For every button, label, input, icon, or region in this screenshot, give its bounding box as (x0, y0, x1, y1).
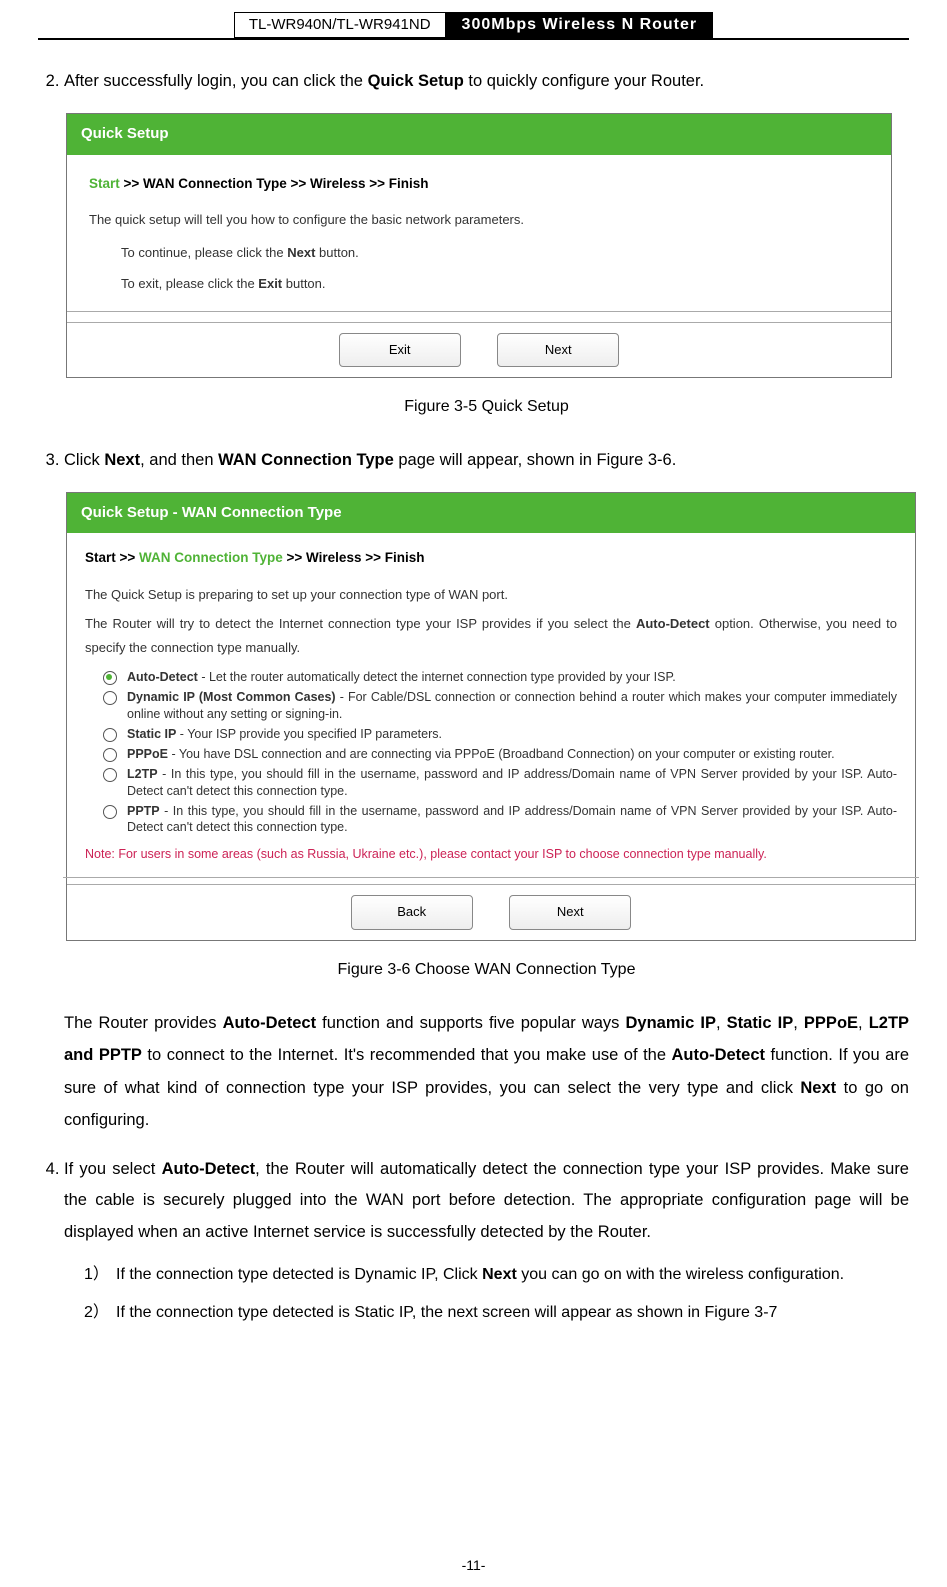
s3a: Click (64, 451, 104, 469)
o4t: - You have DSL connection and are connec… (168, 747, 835, 761)
s3d: WAN Connection Type (218, 451, 394, 469)
p2a: The Router will try to detect the Intern… (85, 616, 636, 631)
pa2: function and supports five popular ways (316, 1014, 625, 1032)
next-button[interactable]: Next (509, 895, 631, 930)
c36a: Start >> (85, 550, 139, 565)
fig35-l2a: To continue, please click the (121, 245, 287, 260)
i1c: you can go on with the wireless configur… (517, 1266, 844, 1283)
radio-l2tp[interactable]: L2TP - In this type, you should fill in … (103, 766, 897, 799)
fig36-breadcrumb: Start >> WAN Connection Type >> Wireless… (85, 545, 897, 571)
fig36-p1: The Quick Setup is preparing to set up y… (85, 583, 897, 608)
fig35-l3b: Exit (258, 276, 282, 291)
pa-b1: Auto-Detect (223, 1014, 317, 1032)
o3t: - Your ISP provide you specified IP para… (176, 727, 442, 741)
radio-pptp[interactable]: PPTP - In this type, you should fill in … (103, 803, 897, 836)
s3e: page will appear, shown in Figure 3-6. (394, 451, 677, 469)
inner-1: 1） If the connection type detected is Dy… (84, 1262, 909, 1288)
o5b: L2TP (127, 767, 158, 781)
step-2: After successfully login, you can click … (64, 66, 909, 423)
radio-icon (103, 768, 117, 782)
s4a: If you select (64, 1160, 162, 1178)
page-header: TL-WR940N/TL-WR941ND 300Mbps Wireless N … (38, 0, 909, 40)
o6b: PPTP (127, 804, 160, 818)
pa-b7: Next (800, 1079, 836, 1097)
s3b: Next (104, 451, 140, 469)
s3c: , and then (140, 451, 218, 469)
o3b: Static IP (127, 727, 176, 741)
radio-icon (103, 805, 117, 819)
radio-icon (103, 728, 117, 742)
s4b: Auto-Detect (162, 1160, 256, 1178)
back-button[interactable]: Back (351, 895, 473, 930)
fig36-caption: Figure 3-6 Choose WAN Connection Type (64, 955, 909, 985)
fig35-line3: To exit, please click the Exit button. (121, 272, 869, 297)
pa-b6: Auto-Detect (672, 1046, 766, 1064)
fig35-footer: Exit Next (67, 322, 891, 378)
pa5: , (858, 1014, 869, 1032)
step2-text-a: After successfully login, you can click … (64, 72, 368, 90)
model-label: TL-WR940N/TL-WR941ND (234, 12, 446, 38)
i2: If the connection type detected is Stati… (116, 1304, 777, 1321)
fig35-l2b: Next (287, 245, 315, 260)
i1a: If the connection type detected is Dynam… (116, 1266, 482, 1283)
pa-b4: PPPoE (804, 1014, 858, 1032)
o4b: PPPoE (127, 747, 168, 761)
radio-icon (103, 671, 117, 685)
pa-b2: Dynamic IP (626, 1014, 716, 1032)
fig35-line1: The quick setup will tell you how to con… (89, 208, 869, 233)
fig35-titlebar: Quick Setup (67, 114, 891, 155)
step-3: Click Next, and then WAN Connection Type… (64, 445, 909, 1136)
crumb-rest: >> WAN Connection Type >> Wireless >> Fi… (120, 176, 429, 191)
radio-auto-detect[interactable]: Auto-Detect - Let the router automatical… (103, 669, 897, 685)
step-4: If you select Auto-Detect, the Router wi… (64, 1154, 909, 1327)
fig36-titlebar: Quick Setup - WAN Connection Type (67, 493, 915, 534)
radio-icon (103, 748, 117, 762)
pa4: , (793, 1014, 804, 1032)
radio-dynamic-ip[interactable]: Dynamic IP (Most Common Cases) - For Cab… (103, 689, 897, 722)
para-after-fig36: The Router provides Auto-Detect function… (64, 1007, 909, 1136)
radio-static-ip[interactable]: Static IP - Your ISP provide you specifi… (103, 726, 897, 742)
pa-b3: Static IP (727, 1014, 794, 1032)
pa1: The Router provides (64, 1014, 223, 1032)
fig36-note: Note: For users in some areas (such as R… (85, 843, 897, 867)
inner-2: 2） If the connection type detected is St… (84, 1300, 909, 1326)
exit-button[interactable]: Exit (339, 333, 461, 368)
step2-text-b: to quickly configure your Router. (464, 72, 704, 90)
fig35-l3c: button. (282, 276, 325, 291)
o5t: - In this type, you should fill in the u… (127, 767, 897, 797)
fig35-breadcrumb: Start >> WAN Connection Type >> Wireless… (89, 171, 869, 197)
page-number: -11- (0, 1557, 947, 1573)
o6t: - In this type, you should fill in the u… (127, 804, 897, 834)
next-button[interactable]: Next (497, 333, 619, 368)
figure-3-5: Quick Setup Start >> WAN Connection Type… (66, 113, 892, 378)
p2b: Auto-Detect (636, 616, 710, 631)
step2-bold: Quick Setup (368, 72, 464, 90)
o1t: - Let the router automatically detect th… (198, 670, 676, 684)
c36c: >> Wireless >> Finish (283, 550, 425, 565)
fig35-caption: Figure 3-5 Quick Setup (64, 392, 909, 422)
pa3: , (716, 1014, 727, 1032)
c36b: WAN Connection Type (139, 550, 283, 565)
pa6: to connect to the Internet. It's recomme… (142, 1046, 672, 1064)
product-label: 300Mbps Wireless N Router (446, 12, 714, 38)
o2b: Dynamic IP (Most Common Cases) (127, 690, 336, 704)
n2: 2） (84, 1300, 109, 1326)
radio-icon (103, 691, 117, 705)
fig35-l2c: button. (315, 245, 358, 260)
radio-pppoe[interactable]: PPPoE - You have DSL connection and are … (103, 746, 897, 762)
fig36-footer: Back Next (67, 884, 915, 940)
n1: 1） (84, 1262, 109, 1288)
fig35-line2: To continue, please click the Next butto… (121, 241, 869, 266)
fig36-p2: The Router will try to detect the Intern… (85, 612, 897, 661)
i1b: Next (482, 1266, 517, 1283)
o1b: Auto-Detect (127, 670, 198, 684)
fig35-l3a: To exit, please click the (121, 276, 258, 291)
crumb-start: Start (89, 176, 120, 191)
figure-3-6: Quick Setup - WAN Connection Type Start … (66, 492, 916, 941)
